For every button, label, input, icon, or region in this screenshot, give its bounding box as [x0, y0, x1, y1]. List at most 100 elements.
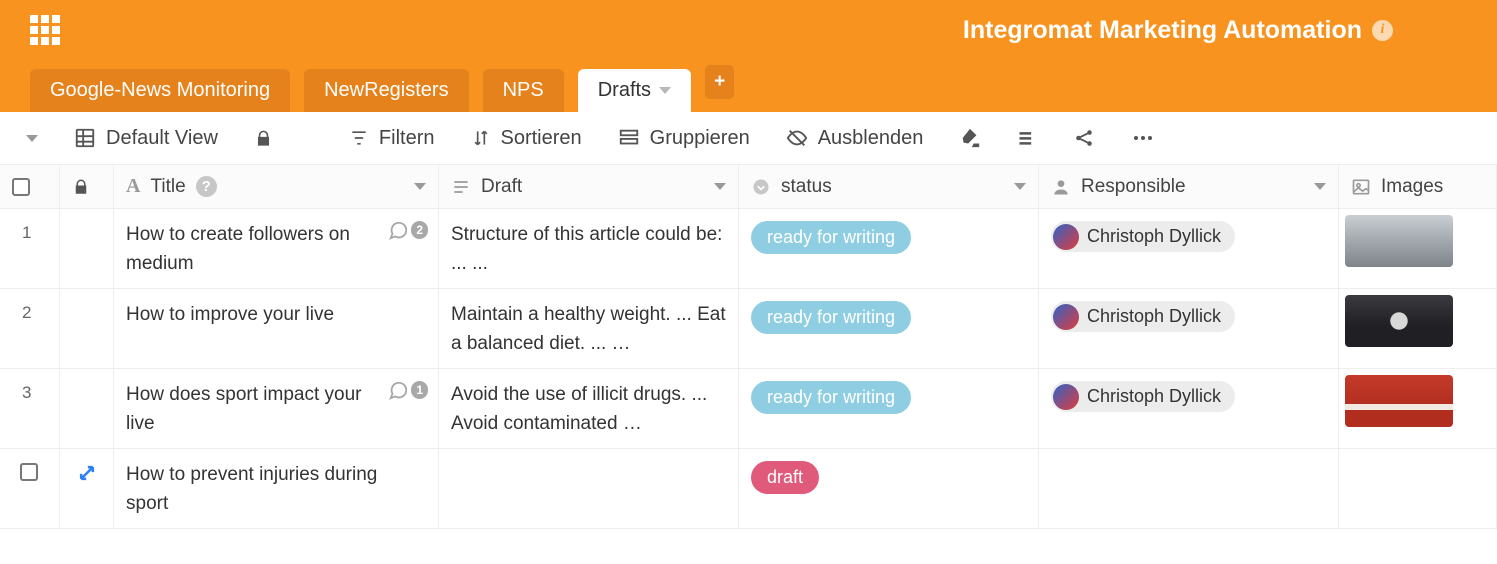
- title-cell[interactable]: How to improve your live: [114, 289, 439, 369]
- longtext-field-icon: [451, 177, 471, 197]
- row-number-cell[interactable]: 3: [0, 369, 60, 449]
- draft-cell[interactable]: Structure of this article could be: ... …: [439, 209, 739, 289]
- column-label: Responsible: [1081, 176, 1186, 198]
- column-header-responsible[interactable]: Responsible: [1039, 165, 1339, 209]
- group-button[interactable]: Gruppieren: [618, 127, 750, 150]
- column-header-status[interactable]: status: [739, 165, 1039, 209]
- lock-icon[interactable]: [254, 129, 273, 148]
- chevron-down-icon[interactable]: [1014, 183, 1026, 190]
- chevron-down-icon[interactable]: [1314, 183, 1326, 190]
- user-chip[interactable]: Christoph Dyllick: [1051, 381, 1235, 412]
- user-chip[interactable]: Christoph Dyllick: [1051, 301, 1235, 332]
- row-number-cell[interactable]: 2: [0, 289, 60, 369]
- share-icon[interactable]: [1073, 127, 1095, 149]
- status-pill: ready for writing: [751, 221, 911, 254]
- title-cell[interactable]: How to create followers on medium 2: [114, 209, 439, 289]
- select-all-checkbox[interactable]: [12, 178, 30, 196]
- draft-cell[interactable]: Avoid the use of illicit drugs. ... Avoi…: [439, 369, 739, 449]
- status-cell[interactable]: ready for writing: [739, 209, 1039, 289]
- avatar: [1053, 224, 1079, 250]
- user-name: Christoph Dyllick: [1087, 303, 1221, 330]
- title-text: How to create followers on medium: [126, 221, 388, 278]
- expand-icon[interactable]: [77, 463, 97, 483]
- color-icon[interactable]: [959, 127, 981, 149]
- status-pill: draft: [751, 461, 819, 494]
- status-cell[interactable]: ready for writing: [739, 289, 1039, 369]
- images-cell[interactable]: [1339, 449, 1497, 529]
- image-thumbnail[interactable]: [1345, 295, 1453, 347]
- responsible-cell[interactable]: Christoph Dyllick: [1039, 289, 1339, 369]
- images-cell[interactable]: [1339, 289, 1497, 369]
- lock-icon: [72, 178, 90, 196]
- more-icon[interactable]: [1131, 126, 1155, 150]
- collapse-sidebar-icon[interactable]: [26, 135, 38, 142]
- responsible-cell[interactable]: Christoph Dyllick: [1039, 369, 1339, 449]
- status-cell[interactable]: ready for writing: [739, 369, 1039, 449]
- row-number-cell[interactable]: [0, 449, 60, 529]
- comment-indicator[interactable]: 1: [387, 379, 428, 401]
- chevron-down-icon: [659, 87, 671, 94]
- comment-indicator[interactable]: 2: [387, 219, 428, 241]
- row-number-cell[interactable]: 1: [0, 209, 60, 289]
- user-name: Christoph Dyllick: [1087, 223, 1221, 250]
- attachment-field-icon: [1351, 177, 1371, 197]
- column-header-images[interactable]: Images: [1339, 165, 1497, 209]
- images-cell[interactable]: [1339, 209, 1497, 289]
- info-icon[interactable]: i: [1372, 20, 1393, 41]
- column-header-title[interactable]: A Title ?: [114, 165, 439, 209]
- filter-button[interactable]: Filtern: [349, 127, 435, 150]
- row-checkbox[interactable]: [20, 463, 38, 481]
- apps-grid-icon[interactable]: [30, 15, 60, 45]
- row-expand-cell: [60, 289, 114, 369]
- status-cell[interactable]: draft: [739, 449, 1039, 529]
- avatar: [1053, 304, 1079, 330]
- chevron-down-icon[interactable]: [414, 183, 426, 190]
- add-table-button[interactable]: +: [705, 65, 734, 99]
- tab-label: NewRegisters: [324, 79, 448, 102]
- hide-fields-button[interactable]: Ausblenden: [786, 127, 924, 150]
- sort-icon: [471, 128, 491, 148]
- row-height-icon[interactable]: [1017, 128, 1037, 148]
- collaborator-field-icon: [1051, 177, 1071, 197]
- sort-button[interactable]: Sortieren: [471, 127, 582, 150]
- images-cell[interactable]: [1339, 369, 1497, 449]
- header-lock-cell: [60, 165, 114, 209]
- tab-newregisters[interactable]: NewRegisters: [304, 69, 468, 112]
- user-name: Christoph Dyllick: [1087, 383, 1221, 410]
- title-text: How to improve your live: [126, 301, 334, 330]
- chevron-down-icon[interactable]: [714, 183, 726, 190]
- comment-count: 2: [411, 221, 428, 239]
- tab-google-news-monitoring[interactable]: Google-News Monitoring: [30, 69, 290, 112]
- tab-drafts[interactable]: Drafts: [578, 69, 691, 112]
- tab-label: Google-News Monitoring: [50, 79, 270, 102]
- data-grid: A Title ? Draft status Responsible Image…: [0, 165, 1497, 529]
- row-expand-cell: [60, 449, 114, 529]
- user-chip[interactable]: Christoph Dyllick: [1051, 221, 1235, 252]
- column-label: Images: [1381, 176, 1443, 198]
- title-text: How does sport impact your live: [126, 381, 388, 438]
- status-pill: ready for writing: [751, 301, 911, 334]
- help-icon[interactable]: ?: [196, 176, 217, 197]
- column-label: status: [781, 176, 832, 198]
- responsible-cell[interactable]: [1039, 449, 1339, 529]
- tab-nps[interactable]: NPS: [483, 69, 564, 112]
- table-tabs: Google-News Monitoring NewRegisters NPS …: [0, 60, 1497, 112]
- column-label: Title: [150, 176, 185, 198]
- base-title[interactable]: Integromat Marketing Automation: [963, 16, 1362, 45]
- image-thumbnail[interactable]: [1345, 375, 1453, 427]
- eye-off-icon: [786, 127, 808, 149]
- column-label: Draft: [481, 176, 522, 198]
- title-cell[interactable]: How to prevent injuries during sport: [114, 449, 439, 529]
- draft-cell[interactable]: [439, 449, 739, 529]
- draft-cell[interactable]: Maintain a healthy weight. ... Eat a bal…: [439, 289, 739, 369]
- group-label: Gruppieren: [650, 127, 750, 150]
- responsible-cell[interactable]: Christoph Dyllick: [1039, 209, 1339, 289]
- view-name: Default View: [106, 127, 218, 150]
- column-header-draft[interactable]: Draft: [439, 165, 739, 209]
- sort-label: Sortieren: [501, 127, 582, 150]
- title-cell[interactable]: How does sport impact your live1: [114, 369, 439, 449]
- avatar: [1053, 384, 1079, 410]
- view-switcher[interactable]: Default View: [74, 127, 218, 150]
- view-toolbar: Default View Filtern Sortieren Gruppiere…: [0, 112, 1497, 165]
- image-thumbnail[interactable]: [1345, 215, 1453, 267]
